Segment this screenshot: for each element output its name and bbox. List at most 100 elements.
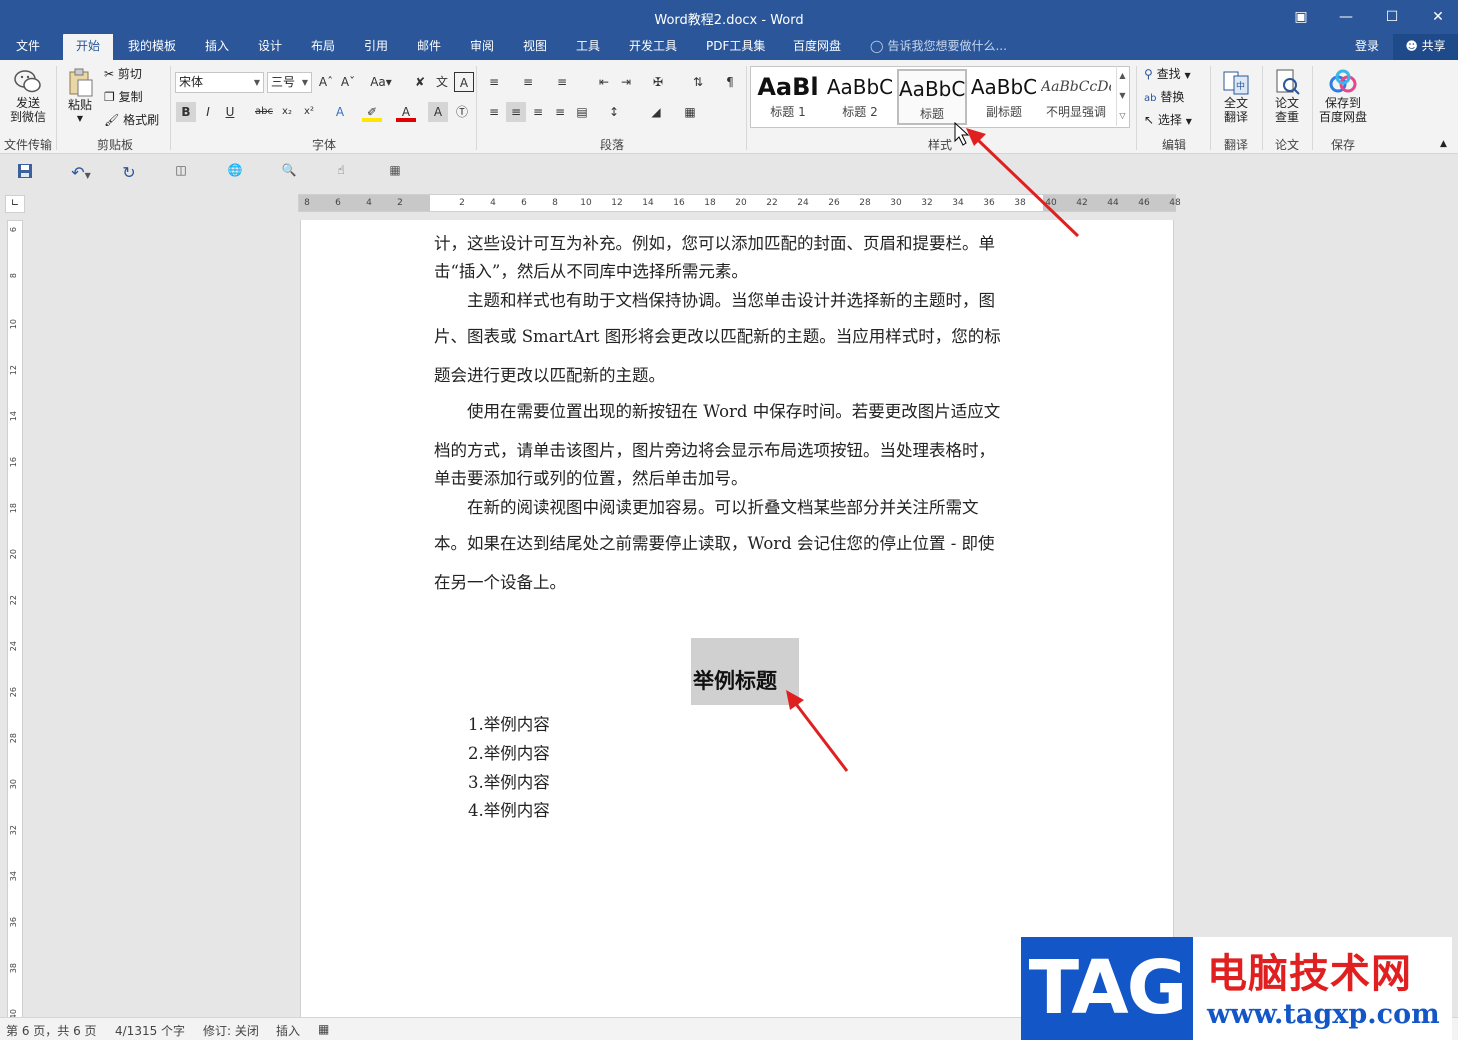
font-name-combo[interactable]: 宋体 ▼ (175, 72, 264, 93)
tab-insert[interactable]: 插入 (197, 34, 237, 60)
select-button[interactable]: ↖ 选择 ▼ (1144, 110, 1192, 130)
superscript-icon[interactable]: x² (299, 102, 319, 122)
style-subtitle[interactable]: AaBbC 副标题 (969, 69, 1039, 125)
subscript-icon[interactable]: x₂ (277, 102, 297, 122)
align-right-icon[interactable]: ≡ (528, 102, 548, 122)
tab-my-templates[interactable]: 我的模板 (120, 34, 184, 60)
character-shading-icon[interactable]: A (428, 102, 448, 122)
horizontal-ruler[interactable]: 8 6 4 2 2 4 6 8 10 12 14 16 18 20 22 24 26 28 30 32 34 36 38 40… (298, 194, 1181, 212)
grow-font-icon[interactable]: Aˆ (316, 72, 336, 92)
reading-mode-icon[interactable]: ◫ (170, 163, 192, 183)
replace-button[interactable]: ab 替换 (1144, 87, 1184, 107)
tab-developer[interactable]: 开发工具 (621, 34, 685, 60)
style-subtle-emphasis[interactable]: AaBbCcDc 不明显强调 (1041, 69, 1111, 125)
show-marks-icon[interactable]: ¶ (720, 72, 740, 92)
bold-icon[interactable]: B (176, 102, 196, 122)
justify-icon[interactable]: ≡ (550, 102, 570, 122)
track-changes-status[interactable]: 修订: 关闭 (203, 1022, 259, 1039)
font-color-icon[interactable]: A (396, 102, 416, 122)
style-heading-2[interactable]: AaBbC 标题 2 (825, 69, 895, 125)
paste-button[interactable]: 粘贴 ▼ (62, 68, 98, 126)
save-to-baidu-button[interactable]: 保存到 百度网盘 (1314, 68, 1372, 124)
align-center-icon[interactable]: ≡ (506, 102, 526, 122)
highlight-icon[interactable]: ✐ (362, 102, 382, 122)
tab-layout[interactable]: 布局 (303, 34, 343, 60)
tell-me-search[interactable]: ◯ 告诉我您想要做什么... (870, 34, 1007, 60)
word-count[interactable]: 4/1315 个字 (115, 1022, 185, 1039)
tab-pdf-tools[interactable]: PDF工具集 (698, 34, 773, 60)
character-border-icon[interactable]: A (454, 72, 474, 92)
bullets-icon[interactable]: ≡ (484, 72, 504, 92)
tab-home[interactable]: 开始 (63, 34, 113, 60)
send-to-wechat-button[interactable]: 发送 到微信 (6, 68, 50, 124)
style-title[interactable]: AaBbC 标题 (897, 69, 967, 125)
full-translate-button[interactable]: 中 全文 翻译 (1216, 68, 1256, 124)
borders-icon[interactable]: ▦ (680, 102, 700, 122)
distributed-icon[interactable]: ▤ (572, 102, 592, 122)
maximize-icon[interactable]: ☐ (1372, 4, 1412, 30)
translate-icon: 中 (1223, 71, 1249, 95)
text-effects-icon[interactable]: A (330, 102, 350, 122)
collapse-ribbon-icon[interactable]: ▲ (1440, 134, 1447, 154)
close-icon[interactable]: ✕ (1418, 4, 1458, 30)
format-painter-button[interactable]: 🖌 格式刷 (104, 110, 159, 130)
multilevel-list-icon[interactable]: ≡ (552, 72, 572, 92)
underline-icon[interactable]: U (220, 102, 240, 122)
page-count[interactable]: 第 6 页，共 6 页 (6, 1022, 97, 1039)
phonetic-guide-icon[interactable]: 文 (432, 72, 452, 92)
shading-icon[interactable]: ◢ (646, 102, 666, 122)
find-button[interactable]: ⚲ 查找 ▼ (1144, 64, 1191, 84)
tab-selector-icon[interactable]: ∟ (5, 195, 25, 213)
macro-recording-icon[interactable]: ▦ (318, 1022, 329, 1036)
shrink-font-icon[interactable]: Aˇ (338, 72, 358, 92)
redo-icon[interactable]: ↻ (118, 163, 140, 183)
style-heading-1[interactable]: AaBl 标题 1 (753, 69, 823, 125)
touch-mode-icon[interactable]: ☝ (330, 163, 352, 183)
align-left-icon[interactable]: ≡ (484, 102, 504, 122)
gallery-more-icon[interactable]: ▽ (1116, 106, 1128, 126)
font-size-combo[interactable]: 三号 ▼ (267, 72, 312, 93)
tab-baidu-netdisk[interactable]: 百度网盘 (785, 34, 849, 60)
insert-mode-status[interactable]: 插入 (276, 1022, 300, 1039)
group-label-editing: 编辑 (1161, 138, 1186, 152)
undo-icon[interactable]: ↶▼ (64, 163, 98, 183)
wechat-label-1: 发送 (15, 96, 40, 110)
lightbulb-icon: ◯ (870, 39, 884, 53)
italic-icon[interactable]: I (198, 102, 218, 122)
sort-icon[interactable]: ⇅ (688, 72, 708, 92)
increase-indent-icon[interactable]: ⇥ (616, 72, 636, 92)
gallery-down-icon[interactable]: ▼ (1116, 86, 1128, 106)
ribbon-display-options-icon[interactable]: ▣ (1281, 4, 1321, 30)
ruler-tick-label: 20 (735, 198, 747, 208)
tab-tools[interactable]: 工具 (568, 34, 608, 60)
tab-references[interactable]: 引用 (356, 34, 396, 60)
cut-button[interactable]: ✂ 剪切 (104, 64, 142, 84)
login-link[interactable]: 登录 (1355, 34, 1379, 60)
customize-icon[interactable]: ▦ (384, 163, 406, 183)
share-button[interactable]: ☻ 共享 (1393, 34, 1458, 60)
tab-design[interactable]: 设计 (250, 34, 290, 60)
clear-formatting-icon[interactable]: ✘ (410, 72, 430, 92)
strikethrough-icon[interactable]: abc (254, 102, 274, 122)
minimize-icon[interactable]: — (1326, 4, 1366, 30)
tab-review[interactable]: 审阅 (462, 34, 502, 60)
tab-view[interactable]: 视图 (515, 34, 555, 60)
vertical-ruler[interactable]: 6 8 10 12 14 16 18 20 22 24 26 28 30 32 34 36 38 40 (7, 220, 23, 1020)
copy-button[interactable]: ❐ 复制 (104, 87, 143, 107)
change-case-icon[interactable]: Aa▾ (366, 72, 396, 92)
chinese-layout-icon[interactable]: ✠ (648, 72, 668, 92)
gallery-up-icon[interactable]: ▲ (1116, 66, 1128, 86)
paste-dropdown-icon[interactable]: ▼ (62, 112, 98, 126)
document-page[interactable]: 计，这些设计可互为补充。例如，您可以添加匹配的封面、页眉和提要栏。单 击“插入”… (300, 220, 1174, 1020)
numbering-icon[interactable]: ≡ (518, 72, 538, 92)
print-preview-icon[interactable]: 🔍 (278, 163, 300, 183)
save-icon[interactable] (14, 163, 36, 183)
enclose-characters-icon[interactable]: Ⓣ (452, 102, 472, 122)
decrease-indent-icon[interactable]: ⇤ (594, 72, 614, 92)
paper-check-button[interactable]: 论文 查重 (1267, 68, 1307, 124)
web-layout-icon[interactable]: 🌐 (224, 163, 246, 183)
line-spacing-icon[interactable]: ↕ (604, 102, 624, 122)
tab-file[interactable]: 文件 (8, 34, 48, 60)
tab-mailings[interactable]: 邮件 (409, 34, 449, 60)
document-heading[interactable]: 举例标题 (693, 665, 777, 695)
